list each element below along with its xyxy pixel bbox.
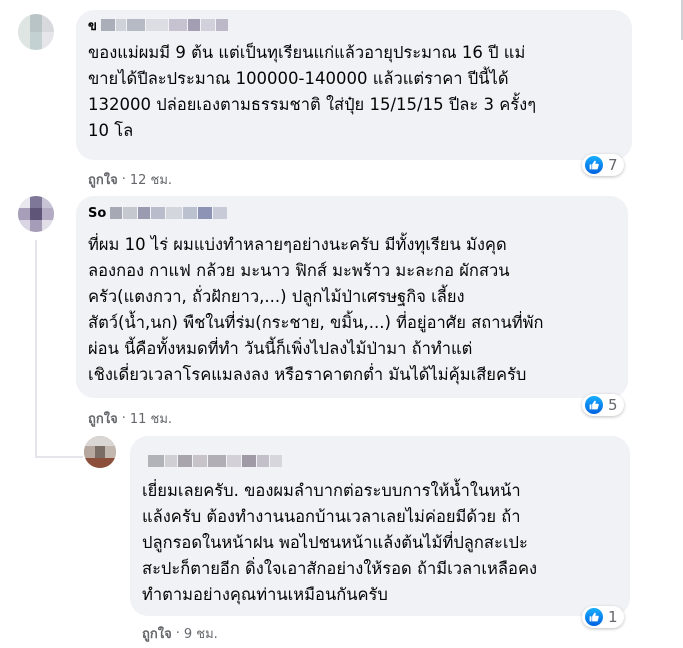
reaction-summary[interactable]: 5 (582, 394, 624, 416)
reaction-summary[interactable]: 1 (582, 606, 624, 628)
timestamp[interactable]: 9 ชม. (184, 623, 218, 644)
comment-text: ของแม่ผมมี 9 ต้น แต่เป็นทุเรียนแก่แล้วอา… (88, 43, 537, 140)
avatar[interactable] (84, 436, 116, 468)
reply-bubble: เยี่ยมเลยครับ. ของผมลำบากต่อระบบการให้น้… (130, 436, 630, 616)
reaction-summary[interactable]: 7 (582, 154, 624, 176)
like-button[interactable]: ถูกใจ (88, 408, 118, 429)
comment-text: ที่ผม 10 ไร่ ผมแบ่งทำหลายๆอย่างนะครับ มี… (88, 235, 544, 384)
like-button[interactable]: ถูกใจ (88, 169, 118, 190)
timestamp[interactable]: 12 ชม. (130, 169, 172, 190)
author-name: ข (88, 18, 97, 34)
separator: · (121, 172, 126, 187)
comment-text: เยี่ยมเลยครับ. ของผมลำบากต่อระบบการให้น้… (142, 481, 538, 604)
comment-actions: ถูกใจ · 11 ชม. (88, 408, 172, 429)
separator: · (175, 626, 180, 641)
like-icon (585, 156, 603, 174)
author-name: So (88, 205, 107, 221)
comment-bubble: ข ของแม่ผมมี 9 ต้น แต่เป็นทุเรียนแก่แล้ว… (76, 10, 632, 160)
comment-author[interactable]: So (88, 205, 228, 221)
comment-author[interactable] (144, 454, 283, 468)
comment-actions: ถูกใจ · 9 ชม. (142, 623, 218, 644)
like-icon (585, 396, 603, 414)
separator: · (121, 411, 126, 426)
avatar[interactable] (18, 14, 54, 50)
avatar[interactable] (18, 196, 54, 232)
comment-bubble: So ที่ผม 10 ไร่ ผมแบ่งทำหลายๆอย่างนะครับ… (76, 196, 628, 398)
reaction-count: 5 (608, 396, 618, 414)
like-button[interactable]: ถูกใจ (142, 623, 172, 644)
reaction-count: 7 (608, 156, 618, 174)
like-icon (585, 608, 603, 626)
comment-author[interactable]: ข (88, 18, 229, 34)
thread-connector (35, 240, 37, 400)
timestamp[interactable]: 11 ชม. (130, 408, 172, 429)
comment-actions: ถูกใจ · 12 ชม. (88, 169, 172, 190)
thread-connector (37, 456, 83, 458)
comment-thread: ข ของแม่ผมมี 9 ต้น แต่เป็นทุเรียนแก่แล้ว… (0, 0, 683, 648)
reaction-count: 1 (608, 608, 618, 626)
thread-connector (35, 398, 37, 458)
